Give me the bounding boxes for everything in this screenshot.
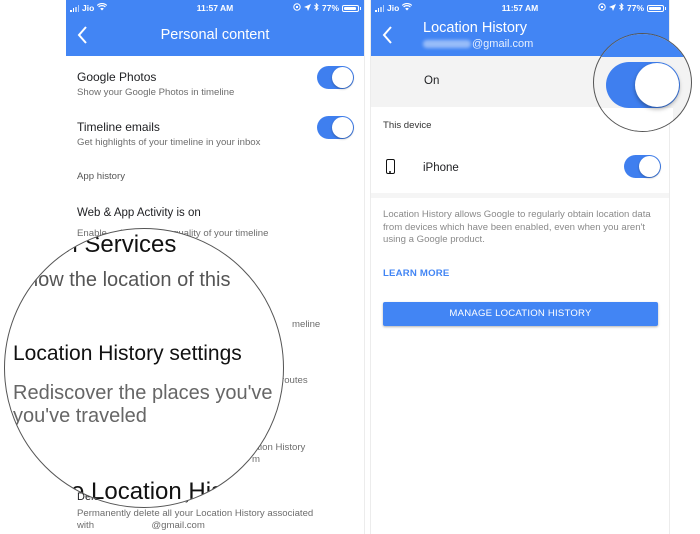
this-device-section-label: This device <box>383 120 432 131</box>
account-email: @gmail.com <box>423 38 533 50</box>
timeline-emails-setting: Timeline emails Get highlights of your t… <box>77 120 354 148</box>
magnified-location-text: how the location of this <box>27 269 231 291</box>
location-arrow-icon <box>303 3 311 13</box>
app-bar: Jio 11:57 AM 77% <box>66 0 364 56</box>
partial-text-routes: routes <box>281 375 308 386</box>
subtitle-line-1: Permanently delete all your Location His… <box>77 508 314 519</box>
email-domain: @gmail.com <box>472 38 534 50</box>
smartphone-icon <box>386 159 395 174</box>
app-history-section-label: App history <box>77 171 125 182</box>
setting-subtitle: Permanently delete all your Location His… <box>77 508 354 532</box>
magnified-app-bar <box>594 34 691 57</box>
battery-percent: 77% <box>626 3 644 13</box>
magnifier-master-toggle <box>593 33 692 132</box>
magnified-desc-line-1: Rediscover the places you've <box>13 382 273 404</box>
master-toggle-label: On <box>424 75 440 87</box>
magnified-delete-text: e Location His <box>71 478 224 505</box>
manage-location-history-button[interactable]: MANAGE LOCATION HISTORY <box>383 302 658 326</box>
magnifier-location-history-settings: on Services how the location of this Loc… <box>4 228 284 508</box>
back-button[interactable] <box>379 24 397 46</box>
location-arrow-icon <box>608 3 616 13</box>
battery-percent: 77% <box>321 3 339 13</box>
partial-text-timeline: meline <box>292 319 321 330</box>
magnified-content <box>594 108 673 131</box>
magnified-desc-line-2: you've traveled <box>13 405 147 427</box>
redacted-username <box>423 40 471 49</box>
battery-icon <box>647 4 666 12</box>
partial-text-m: m <box>252 454 260 465</box>
bluetooth-icon <box>314 2 319 13</box>
chevron-left-icon <box>382 26 392 44</box>
device-row: iPhone <box>371 150 669 188</box>
setting-subtitle: Show your Google Photos in timeline <box>77 87 235 98</box>
setting-title: Google Photos <box>77 70 157 84</box>
email-suffix: @gmail.com <box>151 520 205 531</box>
battery-icon <box>342 4 361 12</box>
bluetooth-icon <box>619 2 624 13</box>
timeline-emails-toggle[interactable] <box>317 116 354 139</box>
magnified-master-toggle[interactable] <box>606 62 680 108</box>
magnified-heading[interactable]: Location History settings <box>13 342 242 366</box>
setting-subtitle: Get highlights of your timeline in your … <box>77 137 261 148</box>
magnified-services-text: on Services <box>51 231 177 258</box>
page-title: Personal content <box>160 27 270 43</box>
device-toggle[interactable] <box>624 155 661 178</box>
device-name: iPhone <box>423 162 459 174</box>
google-photos-setting: Google Photos Show your Google Photos in… <box>77 70 354 98</box>
setting-title: Timeline emails <box>77 120 160 134</box>
status-bar: Jio 11:57 AM 77% <box>371 0 669 16</box>
learn-more-link[interactable]: LEARN MORE <box>383 268 450 279</box>
google-photos-toggle[interactable] <box>317 66 354 89</box>
setting-title: Web & App Activity is on <box>77 207 201 219</box>
subtitle-line-2-prefix: with <box>77 520 95 531</box>
screenshot-composite: Jio 11:57 AM 77% Personal content Google… <box>0 0 700 534</box>
divider <box>371 193 669 198</box>
rotation-lock-icon <box>598 3 606 13</box>
rotation-lock-icon <box>293 3 301 13</box>
status-bar: Jio 11:57 AM 77% <box>66 0 364 16</box>
page-title: Location History <box>423 20 527 36</box>
info-text: Location History allows Google to regula… <box>383 209 651 245</box>
